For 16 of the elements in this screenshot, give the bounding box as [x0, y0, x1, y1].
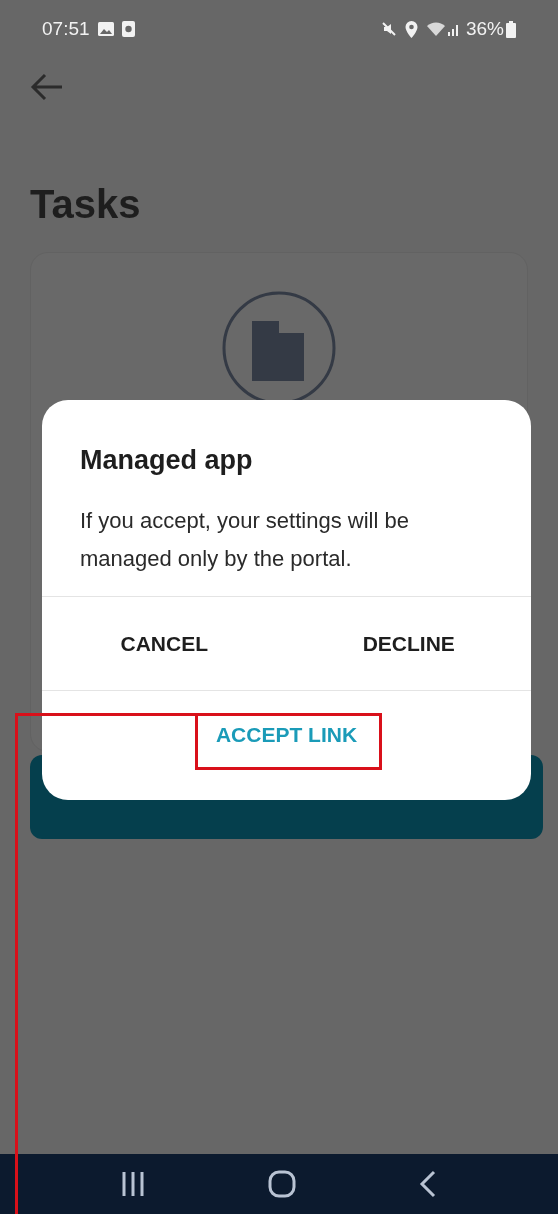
location-icon [404, 20, 418, 38]
battery-icon [506, 20, 516, 38]
back-arrow-icon[interactable] [30, 72, 64, 102]
dialog-message: If you accept, your settings will be managed only by the portal. [79, 506, 410, 573]
dialog-button[interactable]: DECLINE [286, 596, 531, 690]
recent-apps-icon[interactable] [121, 1171, 146, 1197]
battery-percent: 36% [465, 16, 504, 41]
mute-icon [380, 21, 397, 37]
dialog-title: Managed app [79, 444, 254, 477]
back-icon[interactable] [418, 1170, 437, 1198]
page-title: Tasks [29, 184, 142, 224]
home-icon[interactable] [268, 1170, 296, 1198]
status-time: 07:51 [42, 16, 90, 41]
dialog-button[interactable]: CANCEL [42, 596, 287, 690]
wifi-icon [425, 21, 446, 37]
gallery-icon [97, 22, 114, 36]
